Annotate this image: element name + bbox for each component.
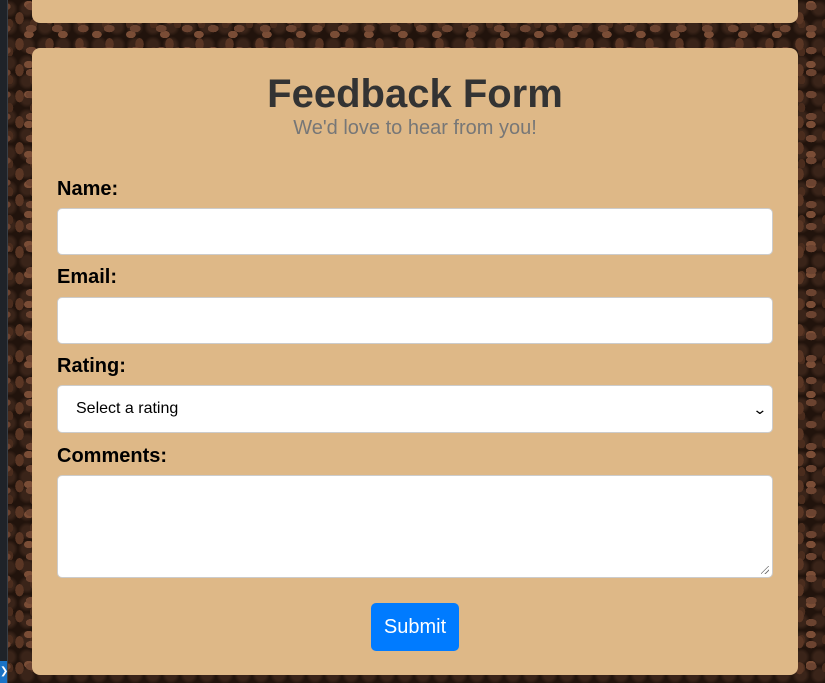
submit-button[interactable]: Submit — [371, 603, 459, 651]
rating-select[interactable]: Select a rating ⌄ — [57, 385, 773, 433]
email-label: Email: — [57, 266, 118, 288]
previous-card — [32, 0, 798, 23]
rating-label: Rating: — [57, 355, 126, 377]
form-subtitle: We'd love to hear from you! — [293, 117, 537, 139]
email-input[interactable] — [57, 297, 773, 344]
resize-grip-icon[interactable] — [761, 566, 769, 574]
form-title: Feedback Form — [267, 72, 563, 116]
rating-select-value: Select a rating — [76, 400, 179, 417]
name-input[interactable] — [57, 208, 773, 255]
left-edge-panel: ❯ — [0, 0, 8, 683]
comments-label: Comments: — [57, 445, 168, 467]
comments-textarea[interactable] — [57, 475, 773, 578]
name-label: Name: — [57, 178, 119, 200]
chevron-down-icon: ⌄ — [752, 400, 768, 417]
expand-arrow-icon[interactable]: ❯ — [0, 661, 7, 683]
feedback-form-card: Feedback Form We'd love to hear from you… — [32, 48, 798, 675]
